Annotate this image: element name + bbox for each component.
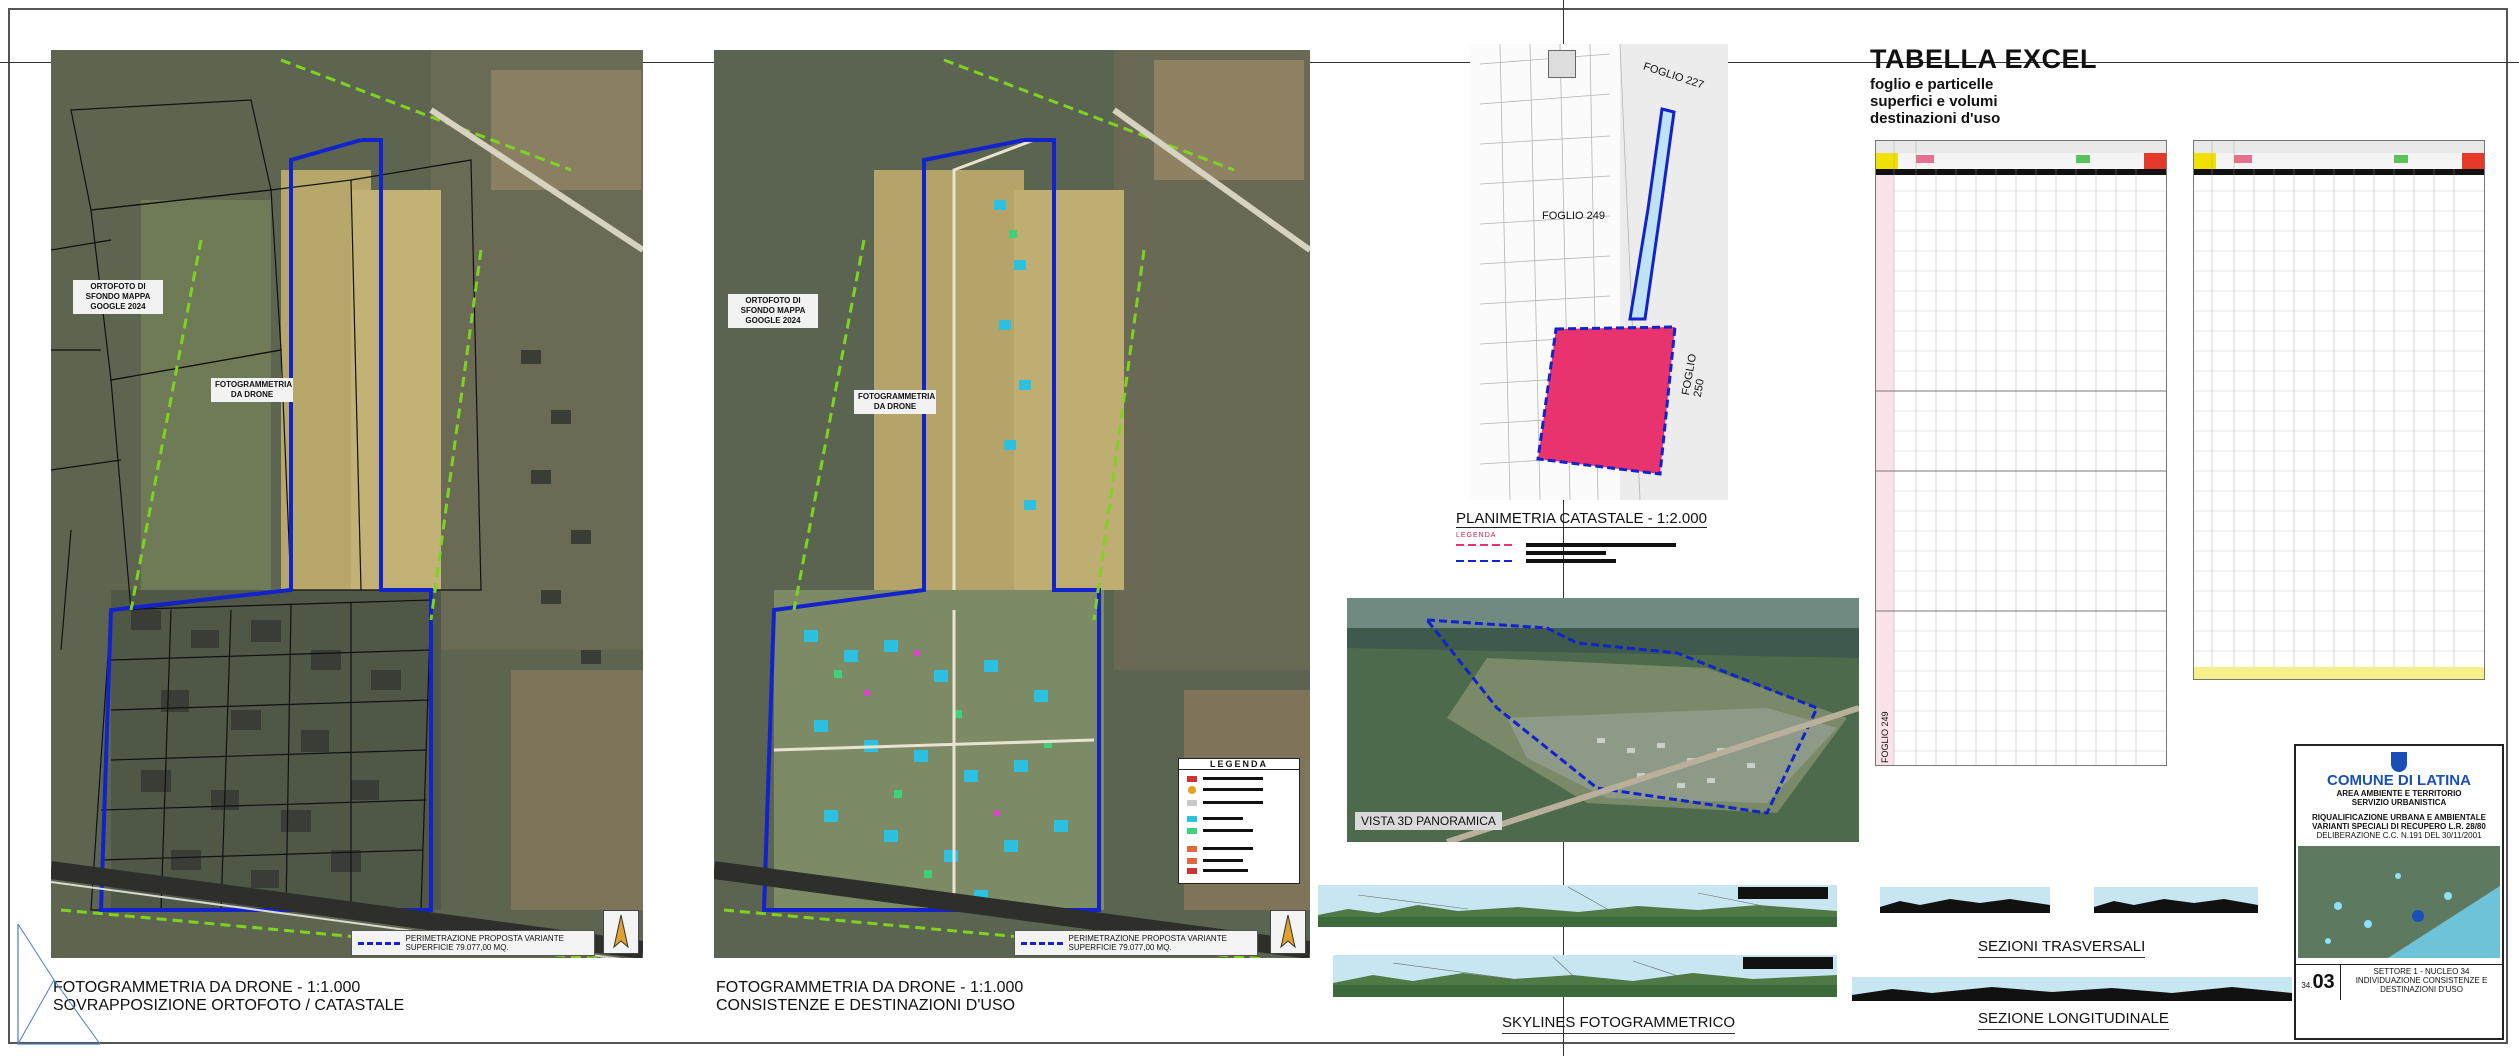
skyline-graphic-2 — [1333, 956, 1837, 997]
excel-sub2: superfici e volumi — [1870, 93, 1998, 110]
view-3d-label: VISTA 3D PANORAMICA — [1355, 812, 1502, 830]
aerial-map-graphic — [51, 50, 643, 958]
section-graphic-2 — [2094, 899, 2258, 913]
description-line1: INDIVIDUAZIONE CONSISTENZE E — [2355, 976, 2488, 985]
description-line2: DESTINAZIONI D'USO — [2380, 985, 2463, 994]
project-line1: RIQUALIFICAZIONE URBANA E AMBIENTALE — [2312, 813, 2486, 822]
skyline-strip-2 — [1333, 955, 1837, 997]
cadastral-map: FOGLIO 227 FOGLIO 249 FOGLIO 250 — [1470, 44, 1728, 500]
middle-caption-line2: CONSISTENZE E DESTINAZIONI D'USO — [716, 997, 1016, 1014]
excel-foglio-side-label: FOGLIO 249 — [1880, 711, 1890, 763]
excel-sub1: foglio e particelle — [1870, 76, 1994, 93]
cadastral-legend-symbols — [1456, 543, 1676, 563]
sheet-number-box: 34. 03 — [2296, 965, 2341, 1000]
label-ortofoto: ORTOFOTO DI SFONDO MAPPA GOOGLE 2024 — [728, 294, 818, 328]
perimeter-legend: PERIMETRAZIONE PROPOSTA VARIANTE SUPERFI… — [1014, 930, 1258, 956]
label-fotogrammetria: FOTOGRAMMETRIA DA DRONE — [854, 390, 936, 414]
excel-table-graphic-1 — [1876, 141, 2166, 765]
title-block-map-graphic — [2298, 846, 2500, 958]
delibera-label: DELIBERAZIONE C.C. N.191 DEL 30/11/2001 — [2316, 831, 2482, 840]
perimeter-label: PERIMETRAZIONE PROPOSTA VARIANTE SUPERFI… — [1068, 934, 1227, 952]
north-arrow-icon — [603, 910, 639, 954]
cadastral-title: PLANIMETRIA CATASTALE - 1:2.000 — [1456, 510, 1707, 528]
aerial-map-consistenze: ORTOFOTO DI SFONDO MAPPA GOOGLE 2024 FOT… — [714, 50, 1310, 958]
excel-table-2 — [2193, 140, 2485, 680]
north-arrow-icon — [1270, 910, 1306, 954]
cadastral-legend-title: LEGENDA — [1456, 532, 1497, 539]
label-fotogrammetria: FOTOGRAMMETRIA DA DRONE — [211, 378, 293, 402]
excel-table-1: FOGLIO 249 — [1875, 140, 2167, 766]
skyline-strip-1 — [1318, 885, 1837, 927]
label-ortofoto: ORTOFOTO DI SFONDO MAPPA GOOGLE 2024 — [73, 280, 163, 314]
corner-mark-icon — [17, 923, 101, 1045]
comune-name: COMUNE DI LATINA — [2327, 772, 2471, 789]
perimeter-line-symbol — [358, 941, 400, 945]
legend-title: LEGENDA — [1179, 759, 1299, 770]
crosshair-square-icon — [1548, 50, 1576, 78]
sections-transversal-title: SEZIONI TRASVERSALI — [1978, 938, 2146, 958]
section-longitudinal-title: SEZIONE LONGITUDINALE — [1978, 1010, 2169, 1030]
area-label: AREA AMBIENTE E TERRITORIO — [2336, 789, 2462, 798]
title-block-image — [2298, 846, 2500, 958]
project-line2: VARIANTI SPECIALI DI RECUPERO L.R. 28/80 — [2312, 822, 2486, 831]
skyline-graphic-1 — [1318, 886, 1837, 927]
skylines-title: SKYLINES FOTOGRAMMETRICO — [1502, 1014, 1736, 1034]
legend-panel: LEGENDA — [1178, 758, 1300, 884]
perimeter-legend: PERIMETRAZIONE PROPOSTA VARIANTE SUPERFI… — [351, 930, 595, 956]
servizio-label: SERVIZIO URBANISTICA — [2351, 798, 2447, 807]
section-strip-2 — [2094, 887, 2258, 913]
legend-symbols — [1187, 776, 1263, 874]
perimeter-label: PERIMETRAZIONE PROPOSTA VARIANTE SUPERFI… — [405, 934, 564, 952]
section-longitudinal-strip — [1852, 977, 2292, 1001]
excel-table-graphic-2 — [2194, 141, 2484, 679]
view-3d-panel: VISTA 3D PANORAMICA — [1347, 598, 1859, 842]
comune-logo-icon — [2391, 752, 2407, 772]
sheet-prefix: 34. — [2301, 981, 2313, 990]
foglio-249-label: FOGLIO 249 — [1542, 210, 1605, 222]
cadastral-legend: LEGENDA — [1456, 532, 1696, 572]
section-longitudinal-graphic — [1852, 987, 2292, 1001]
section-graphic-1 — [1880, 899, 2050, 913]
middle-caption-line1: FOTOGRAMMETRIA DA DRONE - 1:1.000 — [716, 979, 1024, 996]
title-block: COMUNE DI LATINA AREA AMBIENTE E TERRITO… — [2294, 744, 2504, 1040]
left-caption-line2: SOVRAPPOSIZIONE ORTOFOTO / CATASTALE — [53, 997, 405, 1014]
perimeter-line-symbol — [1021, 941, 1063, 945]
aerial-map-catastale: ORTOFOTO DI SFONDO MAPPA GOOGLE 2024 FOT… — [51, 50, 643, 958]
excel-title: TABELLA EXCEL — [1870, 44, 2097, 74]
title-block-bottom: 34. 03 SETTORE 1 - NUCLEO 34 INDIVIDUAZI… — [2296, 964, 2502, 1000]
cadastral-map-graphic — [1470, 44, 1728, 500]
view-3d-graphic — [1347, 598, 1859, 842]
excel-sub3: destinazioni d'uso — [1870, 110, 2001, 127]
section-strip-1 — [1880, 887, 2050, 913]
settore-label: SETTORE 1 - NUCLEO 34 — [2373, 967, 2470, 976]
sheet-number: 03 — [2312, 971, 2335, 993]
